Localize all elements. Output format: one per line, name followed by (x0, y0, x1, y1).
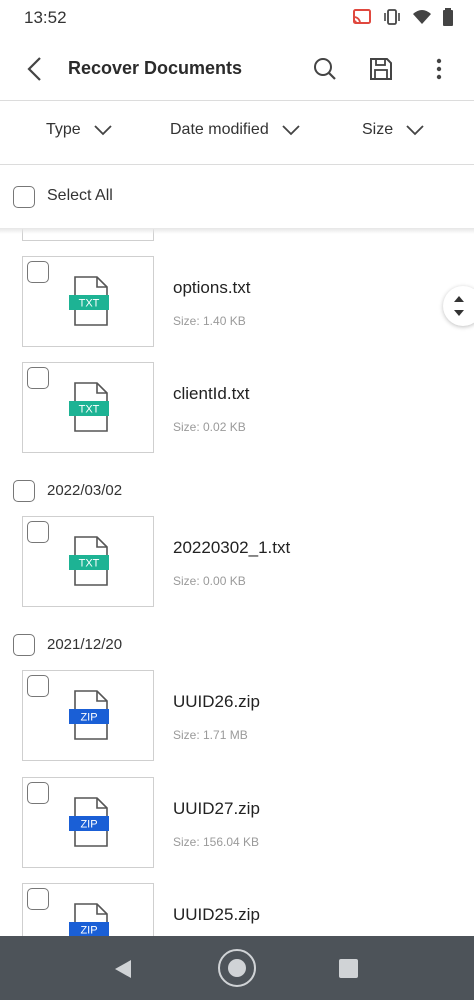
txt-file-icon: TXT (69, 276, 109, 326)
nav-back-icon[interactable] (113, 958, 133, 980)
date-group-checkbox[interactable] (13, 634, 35, 656)
chevron-down-icon (94, 125, 112, 136)
file-size: Size: 1.40 KB (173, 314, 246, 328)
file-type-badge: TXT (79, 558, 100, 570)
zip-file-icon: ZIP (69, 690, 109, 740)
date-group-header[interactable]: 2021/12/20 (0, 625, 474, 665)
txt-file-icon: TXT (69, 382, 109, 432)
file-checkbox[interactable] (27, 367, 49, 389)
file-type-badge: ZIP (80, 712, 97, 724)
file-checkbox[interactable] (27, 782, 49, 804)
file-type-badge: ZIP (80, 819, 97, 831)
save-button[interactable] (364, 52, 398, 86)
wifi-icon (412, 8, 432, 31)
file-size: Size: 0.02 KB (173, 420, 246, 434)
chevron-down-icon (282, 125, 300, 136)
file-checkbox[interactable] (27, 888, 49, 910)
save-icon (370, 58, 392, 80)
file-thumbnail[interactable]: TXT (22, 256, 154, 347)
file-row[interactable]: TXT options.txt Size: 1.40 KB (0, 256, 474, 348)
filter-type[interactable]: Type (46, 121, 113, 139)
chevron-down-icon (406, 125, 424, 136)
file-name: options.txt (173, 278, 251, 297)
file-thumbnail[interactable]: ZIP (22, 777, 154, 868)
cast-icon (352, 8, 372, 31)
filter-date-label: Date modified (170, 121, 269, 138)
file-thumbnail[interactable]: ZIP (22, 883, 154, 936)
date-group-checkbox[interactable] (13, 480, 35, 502)
file-name: UUID27.zip (173, 799, 260, 818)
status-icons (352, 8, 454, 31)
back-button[interactable] (18, 52, 52, 86)
file-row[interactable]: ZIP UUID25.zip (0, 883, 474, 936)
file-thumbnail[interactable]: TXT (22, 516, 154, 607)
file-checkbox[interactable] (27, 261, 49, 283)
file-row[interactable]: ZIP UUID26.zip Size: 1.71 MB (0, 670, 474, 762)
file-name: 20220302_1.txt (173, 538, 291, 557)
select-all-row[interactable]: Select All (0, 165, 474, 228)
status-bar: 13:52 (0, 0, 474, 36)
vibrate-icon (382, 8, 402, 31)
file-size: Size: 1.71 MB (173, 728, 248, 742)
filter-bar: Type Date modified Size (0, 101, 474, 164)
search-icon (314, 58, 336, 80)
file-checkbox[interactable] (27, 521, 49, 543)
file-type-badge: TXT (79, 298, 100, 310)
filter-type-label: Type (46, 121, 81, 138)
zip-file-icon: ZIP (69, 797, 109, 847)
zip-file-icon: ZIP (69, 903, 109, 937)
file-name: UUID26.zip (173, 692, 260, 711)
file-size: Size: 156.04 KB (173, 835, 260, 849)
file-size: Size: 0.00 KB (173, 574, 246, 588)
scroll-arrows-icon (454, 296, 464, 316)
search-button[interactable] (308, 52, 342, 86)
status-time: 13:52 (24, 8, 67, 27)
more-vert-icon (436, 58, 442, 80)
system-nav-bar (0, 936, 474, 1000)
filter-size[interactable]: Size (362, 121, 425, 139)
select-all-checkbox[interactable] (13, 186, 35, 208)
file-name: UUID25.zip (173, 905, 260, 924)
file-list[interactable]: TXT options.txt Size: 1.40 KB TXT client… (0, 229, 474, 936)
app-bar: Recover Documents (0, 36, 474, 100)
file-row[interactable]: TXT 20220302_1.txt Size: 0.00 KB (0, 516, 474, 608)
file-checkbox[interactable] (27, 675, 49, 697)
more-options-button[interactable] (424, 52, 454, 86)
file-row[interactable]: ZIP UUID27.zip Size: 156.04 KB (0, 777, 474, 869)
filter-date-modified[interactable]: Date modified (170, 121, 301, 139)
file-row[interactable]: TXT clientId.txt Size: 0.02 KB (0, 362, 474, 454)
back-icon (27, 57, 41, 81)
file-thumbnail[interactable]: ZIP (22, 670, 154, 761)
file-type-badge: ZIP (80, 925, 97, 937)
filter-size-label: Size (362, 121, 394, 138)
file-name: clientId.txt (173, 384, 250, 403)
page-title: Recover Documents (68, 58, 243, 78)
date-group-label: 2022/03/02 (47, 482, 123, 499)
txt-file-icon: TXT (69, 536, 109, 586)
file-thumbnail[interactable]: TXT (22, 362, 154, 453)
date-group-header[interactable]: 2022/03/02 (0, 471, 474, 511)
select-all-label: Select All (47, 187, 113, 204)
nav-recents-icon[interactable] (339, 959, 358, 978)
battery-icon (442, 8, 454, 31)
select-all-shadow (0, 228, 474, 234)
nav-home-dot (228, 959, 246, 977)
date-group-label: 2021/12/20 (47, 636, 123, 653)
nav-home-icon[interactable] (218, 949, 256, 987)
file-type-badge: TXT (79, 404, 100, 416)
